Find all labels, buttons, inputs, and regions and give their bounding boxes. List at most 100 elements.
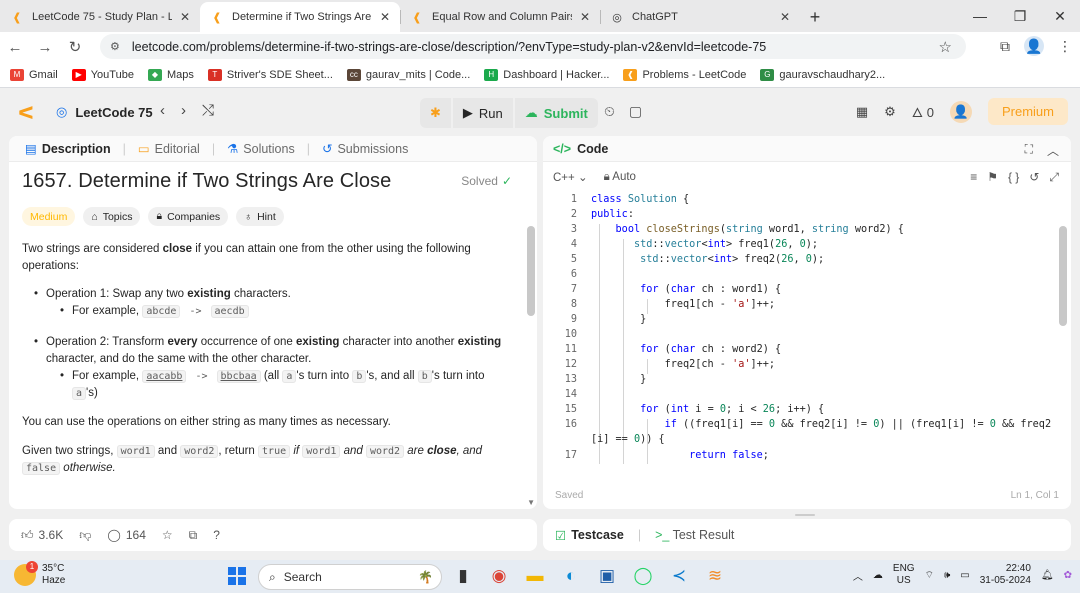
cloud-icon[interactable]: ☁	[873, 570, 883, 581]
tab-description[interactable]: ▤ Description	[19, 141, 117, 157]
bookmark-gmail[interactable]: M Gmail	[10, 68, 58, 81]
new-tab-button[interactable]: +	[800, 2, 830, 32]
volume-icon[interactable]: 🕪︎	[944, 570, 950, 581]
store-icon[interactable]: ▣	[596, 565, 618, 587]
close-tab-icon[interactable]: ✕	[580, 10, 590, 24]
extensions-icon[interactable]: ⧉	[1000, 38, 1010, 55]
close-tab-icon[interactable]: ✕	[380, 10, 390, 24]
debug-button[interactable]: ✱	[420, 98, 451, 128]
edge-icon[interactable]: ◐	[560, 565, 582, 587]
bookmark-leetcode[interactable]: ❰ Problems - LeetCode	[623, 68, 746, 81]
browser-menu-icon[interactable]: ⋮	[1058, 38, 1072, 55]
comments-button[interactable]: ◯ 164	[107, 528, 145, 542]
browser-tab[interactable]: ❰ LeetCode 75 - Study Plan - LeetCode ✕	[0, 2, 200, 32]
leetcode-logo-icon[interactable]: ᐸ	[18, 103, 34, 124]
code-line: std::vector<int> freq2(26, 0);	[640, 254, 825, 265]
input-language[interactable]: ENG US	[893, 563, 915, 587]
tab-testcase[interactable]: ☑ Testcase	[555, 528, 624, 543]
code-tab-label[interactable]: Code	[577, 142, 608, 156]
submit-button[interactable]: ☁ Submit	[514, 98, 598, 128]
browser-tab-active[interactable]: ❰ Determine if Two Strings Are Close ✕	[200, 2, 400, 32]
reset-icon[interactable]: ↺	[1029, 170, 1039, 185]
panel-resize-handle[interactable]	[795, 514, 815, 516]
favorite-button[interactable]: ☆	[162, 528, 173, 542]
run-button[interactable]: ▶ Run	[452, 98, 513, 128]
browser-tab[interactable]: ❰ Equal Row and Column Pairs - LeetCode …	[400, 2, 600, 32]
user-avatar[interactable]: 👤	[949, 100, 972, 123]
hint-chip[interactable]: ♁ Hint	[236, 207, 284, 226]
profile-avatar[interactable]: 👤	[1024, 36, 1044, 56]
timer-icon[interactable]: ⏲	[604, 103, 615, 120]
minimize-icon[interactable]: —	[960, 0, 1000, 32]
forward-arrow-icon[interactable]: →	[30, 39, 60, 56]
description-scrollbar[interactable]	[527, 226, 535, 316]
premium-button[interactable]: Premium	[987, 98, 1068, 125]
editor-scrollbar[interactable]	[1059, 226, 1067, 326]
close-window-icon[interactable]: ✕	[1040, 0, 1080, 32]
back-arrow-icon[interactable]: ←	[0, 39, 30, 56]
whatsapp-icon[interactable]: ◯	[632, 565, 654, 587]
restore-icon[interactable]: ❐	[1000, 0, 1040, 32]
topics-chip[interactable]: ⌂ Topics	[83, 207, 141, 226]
bookmark-gfg[interactable]: Ggauravschaudhary2...	[760, 68, 885, 81]
bookmark-hackerrank[interactable]: H Dashboard | Hacker...	[484, 68, 609, 81]
vscode-icon[interactable]: ≺	[668, 565, 690, 587]
bookmark-youtube[interactable]: ▶ YouTube	[71, 68, 134, 81]
bookmark-codechef[interactable]: cc gaurav_mits | Code...	[346, 68, 470, 81]
chevron-up-icon[interactable]: ︿	[853, 568, 863, 583]
description-footer: 👍︎ 3.6K 👎︎ ◯ 164 ☆ ⧉ ?	[9, 519, 537, 551]
weather-widget[interactable]: 1 35°C Haze	[14, 561, 65, 587]
collapse-icon[interactable]: ︿	[1047, 142, 1059, 159]
file-explorer-icon[interactable]: ▬	[524, 565, 546, 587]
tab-solutions[interactable]: ⚗ Solutions	[221, 141, 301, 157]
wifi-icon[interactable]: ⌔	[925, 569, 934, 582]
start-button[interactable]	[228, 567, 246, 585]
dislike-button[interactable]: 👎︎	[79, 528, 91, 543]
close-tab-icon[interactable]: ✕	[180, 10, 190, 24]
scroll-down-icon[interactable]: ▼	[527, 498, 535, 507]
reload-icon[interactable]: ↻	[60, 38, 90, 56]
battery-icon[interactable]: ▭	[960, 570, 969, 581]
tab-test-result[interactable]: >_ Test Result	[655, 528, 734, 542]
notes-icon[interactable]: ▢	[629, 103, 642, 120]
study-plan-link[interactable]: ◎ LeetCode 75	[56, 104, 153, 120]
like-button[interactable]: 👍︎ 3.6K	[21, 528, 63, 543]
auto-mode[interactable]: 🔒︎ Auto	[604, 171, 636, 184]
bookmark-icon[interactable]: ⚑	[987, 170, 998, 185]
chrome-icon[interactable]: ◉	[488, 565, 510, 587]
braces-icon[interactable]: { }	[1008, 170, 1019, 185]
close-tab-icon[interactable]: ✕	[780, 10, 790, 24]
fullscreen-icon[interactable]: ⛶	[1025, 142, 1033, 159]
app-icon[interactable]: ≋	[704, 565, 726, 587]
next-problem-icon[interactable]: ›	[181, 102, 186, 119]
language-select[interactable]: C++ ⌄	[553, 170, 588, 184]
clock[interactable]: 22:40 31-05-2024	[980, 563, 1031, 587]
copilot-icon[interactable]: ✿	[1064, 570, 1072, 581]
intro-paragraph: Two strings are considered close if you …	[22, 243, 471, 272]
streak-counter[interactable]: 🜂 0	[912, 99, 934, 125]
bookmark-striver[interactable]: T Striver's SDE Sheet...	[207, 68, 333, 81]
share-icon: ⧉	[188, 527, 198, 542]
code-editor[interactable]: 1 2 3 4 5 6 7 8 9 10 11 12 13 14 15 16 1…	[543, 194, 1071, 469]
site-info-icon[interactable]: ⚙	[110, 40, 120, 53]
settings-gear-icon[interactable]: ⚙	[884, 104, 896, 120]
task-view-icon[interactable]: ▮	[452, 565, 474, 587]
help-button[interactable]: ?	[213, 528, 220, 542]
format-icon[interactable]: ≡	[970, 170, 977, 185]
shuffle-icon[interactable]: ⤭	[202, 102, 214, 119]
layout-icon[interactable]: ▦	[856, 104, 868, 120]
prev-problem-icon[interactable]: ‹	[160, 102, 165, 119]
problem-title[interactable]: 1657. Determine if Two Strings Are Close	[22, 170, 512, 193]
bookmark-maps[interactable]: ◆ Maps	[147, 68, 194, 81]
url-omnibox[interactable]: ⚙ leetcode.com/problems/determine-if-two…	[100, 34, 966, 59]
expand-icon[interactable]: ⤢	[1049, 170, 1059, 185]
taskbar-search[interactable]: ⌕ Search 🌴	[258, 564, 442, 590]
tab-editorial[interactable]: ▭ Editorial	[132, 141, 206, 157]
share-button[interactable]: ⧉	[189, 528, 198, 543]
browser-tab[interactable]: ◎ ChatGPT ✕	[600, 2, 800, 32]
language-row: C++ ⌄ 🔒︎ Auto ≡ ⚑ { } ↺ ⤢	[543, 162, 1071, 192]
tab-submissions[interactable]: ↺ Submissions	[316, 141, 414, 157]
companies-chip[interactable]: 🔒︎ Companies	[148, 207, 229, 226]
bookmark-star-icon[interactable]: ☆	[939, 38, 952, 56]
bell-icon[interactable]: 🔔︎	[1041, 570, 1054, 581]
